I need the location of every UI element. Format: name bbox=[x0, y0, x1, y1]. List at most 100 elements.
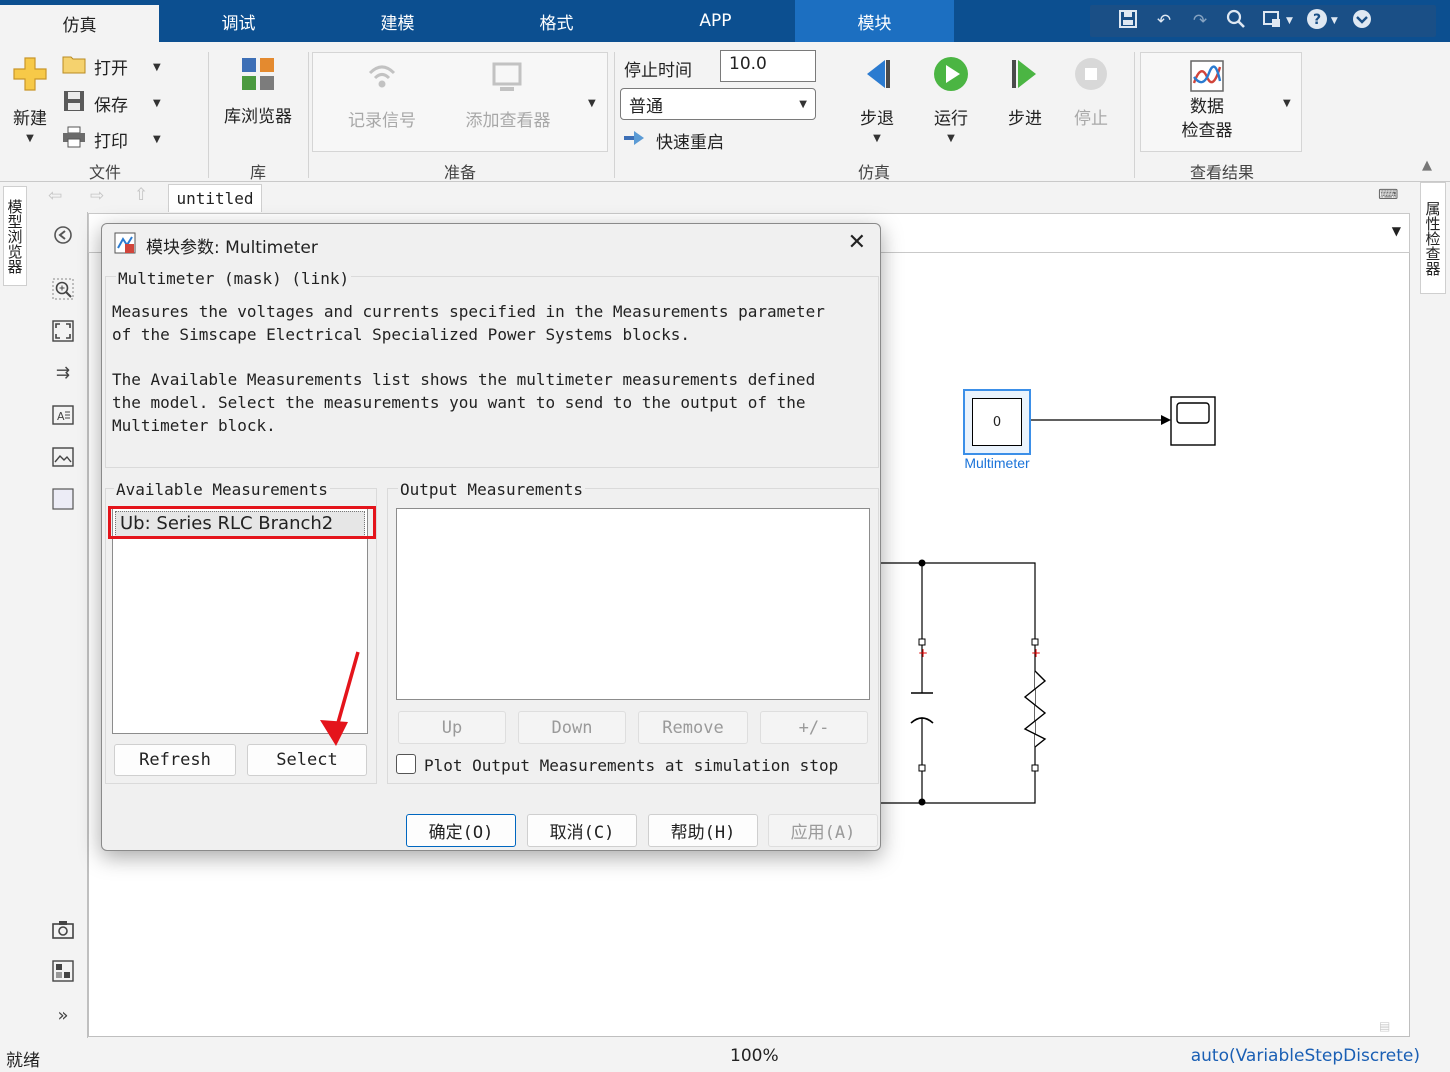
remove-button[interactable]: Remove bbox=[638, 711, 748, 744]
chevron-down-icon[interactable]: ▼ bbox=[1286, 16, 1293, 26]
apply-button[interactable]: 应用(A) bbox=[768, 814, 878, 847]
close-icon[interactable]: ✕ bbox=[848, 232, 866, 254]
chevron-down-icon[interactable]: ▼ bbox=[1283, 98, 1291, 109]
quick-access-toolbar: ↶ ↷ ▼ ? ▼ bbox=[1090, 5, 1436, 37]
status-bar: 就绪 100% auto(VariableStepDiscrete) bbox=[0, 1042, 1450, 1072]
output-measurements-legend: Output Measurements bbox=[398, 480, 586, 499]
solver-indicator[interactable]: auto(VariableStepDiscrete) bbox=[1191, 1046, 1420, 1066]
chevron-down-icon[interactable]: ▼ bbox=[153, 62, 161, 73]
add-viewer-button[interactable]: 添加查看器 bbox=[456, 60, 560, 131]
keyboard-icon[interactable]: ⌨ bbox=[1378, 187, 1398, 203]
model-browser-tab[interactable]: 模型浏览器 bbox=[3, 186, 27, 286]
print-button-label: 打印 bbox=[94, 132, 128, 152]
up-arrow-icon[interactable]: ⇧ bbox=[134, 185, 148, 205]
save-button-label: 保存 bbox=[94, 96, 128, 116]
model-tab[interactable]: untitled bbox=[168, 184, 262, 212]
tab-apps[interactable]: APP bbox=[636, 0, 795, 42]
chevron-down-icon: ▼ bbox=[799, 98, 807, 110]
open-button[interactable]: 打开 bbox=[62, 54, 128, 79]
down-button[interactable]: Down bbox=[518, 711, 626, 744]
help-icon[interactable]: ? bbox=[1305, 8, 1329, 35]
group-divider bbox=[208, 52, 209, 178]
property-grid-icon[interactable] bbox=[50, 958, 76, 984]
back-arrow-icon[interactable]: ⇦ bbox=[48, 186, 62, 206]
refresh-button[interactable]: Refresh bbox=[114, 744, 236, 776]
hide-explorer-icon[interactable] bbox=[50, 222, 76, 248]
collapse-ribbon-icon[interactable] bbox=[1350, 9, 1374, 34]
chevron-down-icon[interactable]: ▼ bbox=[947, 133, 955, 144]
multimeter-block[interactable]: 0 bbox=[963, 389, 1031, 455]
property-inspector-tab[interactable]: 属性检查器 bbox=[1420, 182, 1446, 294]
tab-modeling[interactable]: 建模 bbox=[318, 0, 477, 42]
library-browser-button[interactable]: 库浏览器 bbox=[220, 56, 296, 127]
chevron-down-icon[interactable]: ▼ bbox=[1392, 224, 1401, 238]
chevron-down-icon[interactable]: ▼ bbox=[153, 98, 161, 109]
annotation-icon[interactable]: A bbox=[50, 402, 76, 428]
tab-format[interactable]: 格式 bbox=[477, 0, 636, 42]
up-button[interactable]: Up bbox=[398, 711, 506, 744]
camera-icon[interactable] bbox=[50, 916, 76, 942]
new-button-label: 新建 bbox=[13, 109, 47, 129]
run-label: 运行 bbox=[934, 109, 968, 129]
data-inspector-button[interactable]: 数据 检查器 bbox=[1162, 58, 1252, 144]
ok-button[interactable]: 确定(O) bbox=[406, 814, 516, 847]
chevron-down-icon[interactable]: ▼ bbox=[588, 98, 596, 109]
new-button[interactable]: 新建 ▼ bbox=[8, 56, 52, 144]
description-text: Measures the voltages and currents speci… bbox=[112, 300, 825, 437]
print-button[interactable]: 打印 bbox=[62, 126, 128, 153]
dialog-title-bar: 模块参数: Multimeter ✕ bbox=[102, 224, 880, 266]
run-button[interactable]: 运行 ▼ bbox=[926, 56, 976, 144]
screenshot-icon[interactable] bbox=[1260, 9, 1284, 34]
cancel-button[interactable]: 取消(C) bbox=[527, 814, 637, 847]
area-icon[interactable] bbox=[50, 486, 76, 512]
resistor-symbol[interactable] bbox=[1023, 670, 1047, 748]
port-marker bbox=[918, 638, 926, 646]
sign-button[interactable]: +/- bbox=[760, 711, 868, 744]
mask-heading: Multimeter (mask) (link) bbox=[116, 269, 352, 288]
save-icon[interactable] bbox=[1116, 9, 1140, 34]
save-model-button[interactable]: 保存 bbox=[62, 90, 128, 117]
log-signals-button[interactable]: 记录信号 bbox=[336, 60, 428, 131]
stop-button[interactable]: 停止 bbox=[1066, 56, 1116, 129]
arrange-icon[interactable]: ⇉ bbox=[50, 360, 76, 386]
collapse-toolstrip-icon[interactable]: ▲ bbox=[1422, 158, 1432, 173]
search-icon[interactable] bbox=[1224, 9, 1248, 34]
plot-output-label: Plot Output Measurements at simulation s… bbox=[424, 756, 839, 775]
port-marker bbox=[1031, 764, 1039, 772]
chevron-down-icon[interactable]: ▼ bbox=[873, 133, 881, 144]
plot-output-checkbox[interactable] bbox=[396, 754, 416, 774]
tab-simulation[interactable]: 仿真 bbox=[0, 5, 159, 42]
forward-arrow-icon[interactable]: ⇨ bbox=[90, 186, 104, 206]
annotation-arrow bbox=[320, 651, 360, 746]
undo-icon[interactable]: ↶ bbox=[1152, 11, 1176, 31]
tab-block[interactable]: 模块 bbox=[795, 0, 954, 42]
simulation-mode-select[interactable]: 普通 ▼ bbox=[620, 88, 816, 120]
status-text: 就绪 bbox=[6, 1051, 40, 1071]
svg-text:+: + bbox=[918, 646, 928, 660]
annotation-highlight-box bbox=[108, 506, 376, 539]
output-measurements-list[interactable] bbox=[396, 508, 870, 700]
group-divider bbox=[308, 52, 309, 178]
step-forward-button[interactable]: 步进 bbox=[1000, 56, 1050, 129]
help-button[interactable]: 帮助(H) bbox=[648, 814, 758, 847]
stop-time-input[interactable]: 10.0 bbox=[720, 50, 816, 82]
stop-label: 停止 bbox=[1074, 109, 1108, 129]
chevron-down-icon[interactable]: ▼ bbox=[153, 134, 161, 145]
tab-debug[interactable]: 调试 bbox=[159, 0, 318, 42]
prepare-group-label: 准备 bbox=[443, 163, 476, 182]
library-icon bbox=[240, 56, 276, 92]
chevron-down-icon[interactable]: ▼ bbox=[26, 133, 34, 144]
zoom-icon[interactable] bbox=[50, 276, 76, 302]
expand-palette-icon[interactable]: » bbox=[50, 1002, 76, 1028]
resize-grip-icon[interactable]: ▤ bbox=[1379, 1019, 1390, 1033]
fast-restart-button[interactable]: 快速重启 bbox=[622, 128, 724, 153]
tool-palette: ⇉ A » bbox=[38, 212, 88, 1038]
step-back-button[interactable]: 步退 ▼ bbox=[852, 56, 902, 144]
data-inspector-icon bbox=[1189, 58, 1225, 94]
fit-to-view-icon[interactable] bbox=[50, 318, 76, 344]
image-icon[interactable] bbox=[50, 444, 76, 470]
simulation-mode-value: 普通 bbox=[629, 96, 663, 117]
redo-icon[interactable]: ↷ bbox=[1188, 11, 1212, 31]
chevron-down-icon[interactable]: ▼ bbox=[1331, 16, 1338, 26]
folder-icon bbox=[62, 54, 86, 79]
